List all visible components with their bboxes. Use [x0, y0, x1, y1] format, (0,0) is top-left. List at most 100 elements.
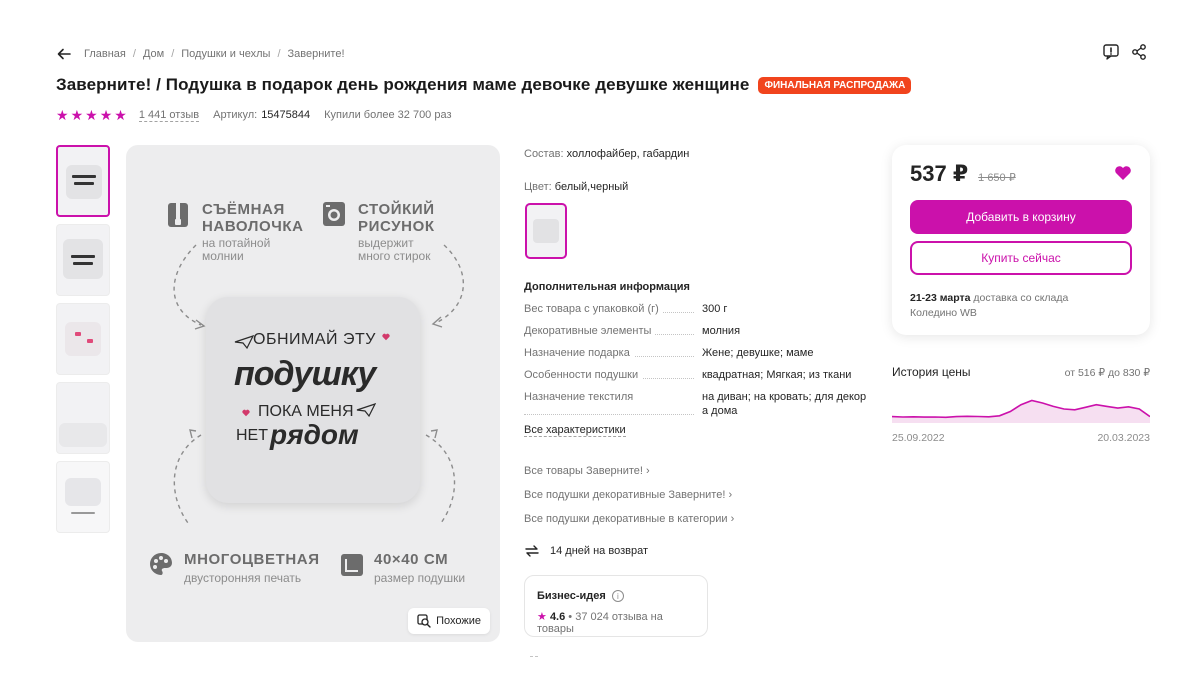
characteristic-row: Назначение подарка Жене; девушке; маме [524, 346, 869, 360]
paper-plane-icon [356, 403, 376, 417]
characteristic-row: Вес товара с упаковкой (г) 300 г [524, 302, 869, 316]
top-actions [1102, 43, 1148, 61]
price-history-chart[interactable] [892, 393, 1150, 423]
delivery-date: 21-23 марта [910, 292, 971, 304]
breadcrumb-separator: / [132, 48, 136, 60]
thumbnail-5[interactable] [56, 461, 110, 533]
feature-title: 40×40 СМ [374, 551, 449, 568]
warehouse-name: Коледино WB [910, 307, 977, 319]
divider [530, 656, 538, 657]
reviews-link[interactable]: 1 441 отзыв [138, 109, 200, 122]
price-card: 537 ₽ 1 650 ₽ Добавить в корзину Купить … [892, 145, 1150, 335]
pillow-text-line: подушку [234, 355, 376, 393]
breadcrumb-separator: / [171, 48, 175, 60]
color-label: Цвет: [524, 181, 552, 193]
link-all-brand-pillows[interactable]: Все подушки декоративные Заверните! › [524, 489, 734, 501]
brand-links: Все товары Заверните! › Все подушки деко… [524, 465, 734, 537]
breadcrumb: Главная / Дом / Подушки и чехлы / Заверн… [56, 46, 345, 62]
characteristic-name: Особенности подушки [524, 369, 643, 381]
breadcrumb-pillows[interactable]: Подушки и чехлы [181, 48, 270, 60]
buy-now-button[interactable]: Купить сейчас [910, 241, 1132, 275]
delivery-info: 21-23 марта доставка со склада Коледино … [910, 291, 1068, 321]
feature-multicolor: МНОГОЦВЕТНАЯ двусторонняя печать [184, 551, 320, 585]
add-to-cart-button[interactable]: Добавить в корзину [910, 200, 1132, 234]
characteristic-value: молния [702, 325, 741, 337]
characteristic-name: Декоративные элементы [524, 325, 656, 337]
pillow-text-line: НЕТ [236, 427, 268, 444]
bought-count: Купили более 32 700 раз [324, 109, 452, 121]
characteristic-name: Вес товара с упаковкой (г) [524, 303, 663, 315]
characteristic-value: квадратная; Мягкая; из ткани [702, 369, 852, 381]
paper-plane-icon [234, 335, 254, 349]
heart-icon [242, 409, 250, 417]
link-all-brand-products[interactable]: Все товары Заверните! › [524, 465, 734, 477]
price-history-title: История цены [892, 365, 971, 379]
price-history-start-date: 25.09.2022 [892, 432, 945, 444]
star-icon: ★ [537, 611, 547, 623]
main-product-image[interactable]: СЪЁМНАЯ НАВОЛОЧКА на потайной молнии СТО… [126, 145, 500, 642]
star-icon: ★ [85, 107, 98, 123]
characteristics-list: Вес товара с упаковкой (г) 300 г Декорат… [524, 302, 869, 426]
article-label: Артикул: [213, 109, 258, 121]
star-icon: ★ [99, 107, 113, 123]
characteristic-value: на диван; на кровать; для декор а дома [702, 391, 867, 417]
report-icon[interactable] [1102, 43, 1120, 61]
return-arrows-icon [525, 545, 539, 557]
info-icon[interactable]: i [611, 590, 624, 602]
star-icon: ★ [56, 107, 69, 123]
breadcrumb-dom[interactable]: Дом [143, 48, 164, 60]
characteristic-row: Назначение текстиля на диван; на кровать… [524, 390, 869, 418]
article-number[interactable]: 15475844 [261, 109, 310, 121]
color-value: белый,черный [554, 181, 629, 193]
palette-icon [148, 551, 172, 577]
breadcrumb-brand[interactable]: Заверните! [288, 48, 345, 60]
feature-subtitle: двусторонняя печать [184, 571, 302, 585]
return-policy: 14 дней на возврат [524, 544, 648, 558]
similar-label: Похожие [436, 615, 481, 627]
thumbnail-2[interactable] [56, 224, 110, 296]
thumbnail-1[interactable] [56, 145, 110, 217]
price-history-range: от 516 ₽ до 830 ₽ [1064, 367, 1150, 379]
product-meta: ★ ★ ★ ★ ★ 1 441 отзыв Артикул: 15475844 … [56, 108, 452, 122]
business-idea-title: Бизнес-идея i [537, 590, 695, 602]
all-characteristics-link[interactable]: Все характеристики [524, 424, 626, 437]
breadcrumb-separator: / [277, 48, 281, 60]
pillow-image: ОБНИМАЙ ЭТУ подушку ПОКА МЕНЯ НЕТ рядом [206, 297, 420, 503]
business-rating: ★ 4.6 • 37 024 отзыва на товары [537, 611, 663, 635]
price-history-end-date: 20.03.2023 [1097, 432, 1150, 444]
characteristic-name: Назначение подарка [524, 347, 634, 359]
composition: Состав: холлофайбер, габардин [524, 148, 689, 160]
characteristic-row: Особенности подушки квадратная; Мягкая; … [524, 368, 869, 382]
thumbnail-4[interactable] [56, 382, 110, 454]
current-price: 537 ₽ [910, 161, 969, 186]
link-category-pillows[interactable]: Все подушки декоративные в категории › [524, 513, 734, 525]
product-title-row: Заверните! / Подушка в подарок день рожд… [56, 75, 912, 95]
price-history: История цены от 516 ₽ до 830 ₽ 25.09.202… [892, 365, 1150, 444]
price-row: 537 ₽ 1 650 ₽ [910, 161, 1132, 187]
share-icon[interactable] [1130, 43, 1148, 61]
back-arrow-icon[interactable] [56, 46, 72, 62]
star-icon: ★ [70, 107, 84, 123]
color: Цвет: белый,черный [524, 181, 628, 193]
additional-info-title: Дополнительная информация [524, 281, 690, 293]
price-history-header: История цены от 516 ₽ до 830 ₽ [892, 365, 1150, 379]
pillow-text-line: ОБНИМАЙ ЭТУ [253, 331, 376, 348]
similar-button[interactable]: Похожие [408, 608, 490, 634]
color-option-thumbnail[interactable] [525, 203, 567, 259]
delivery-text: доставка со склада [973, 292, 1069, 304]
characteristic-value: 300 г [702, 303, 728, 315]
price-history-dates: 25.09.2022 20.03.2023 [892, 432, 1150, 444]
composition-value: холлофайбер, габардин [566, 148, 690, 160]
feature-title: МНОГОЦВЕТНАЯ [184, 551, 320, 568]
return-text: 14 дней на возврат [550, 545, 648, 557]
favorite-heart-icon[interactable] [1114, 165, 1132, 181]
pillow-text-line: рядом [270, 419, 359, 450]
thumbnail-3[interactable] [56, 303, 110, 375]
thumbnail-list [56, 145, 112, 540]
old-price: 1 650 ₽ [978, 172, 1016, 184]
size-icon [340, 553, 364, 579]
characteristic-value: Жене; девушке; маме [702, 347, 814, 359]
business-idea-card[interactable]: Бизнес-идея i ★ 4.6 • 37 024 отзыва на т… [524, 575, 708, 637]
breadcrumb-home[interactable]: Главная [84, 48, 126, 60]
feature-subtitle: размер подушки [374, 571, 466, 585]
